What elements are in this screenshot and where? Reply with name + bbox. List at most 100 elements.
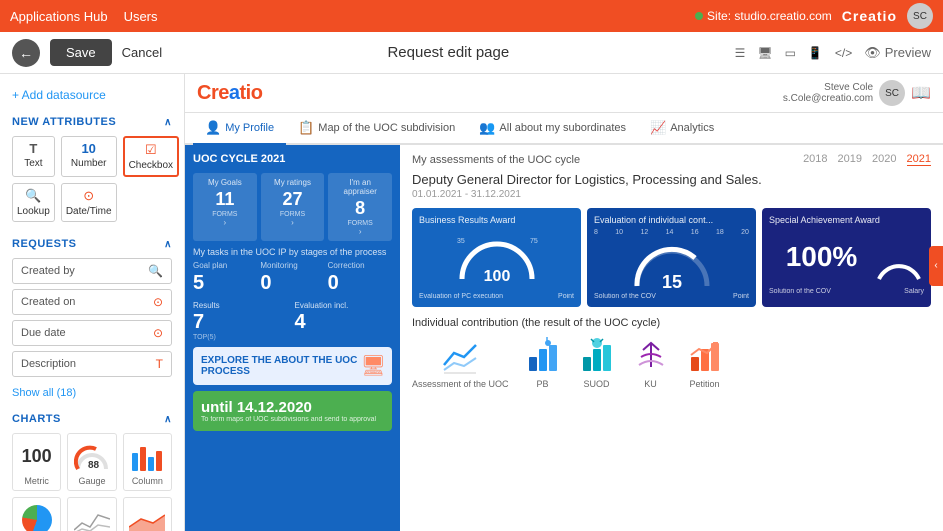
requests-chevron[interactable]: ∧ — [164, 239, 172, 250]
charts-label: CHARTS — [12, 413, 61, 425]
toolbar: ← Save Cancel Request edit page ☰ 🖥 ▭ 📱 … — [0, 32, 943, 74]
lookup-label: Lookup — [17, 206, 50, 217]
assessments-header: My assessments of the UOC cycle 2018 201… — [412, 153, 931, 166]
correction-col: Correction 0 — [328, 261, 392, 295]
year-2019[interactable]: 2019 — [838, 153, 862, 166]
created-on-field[interactable]: Created on ⊙ — [12, 289, 172, 315]
charts-chevron[interactable]: ∧ — [164, 414, 172, 425]
datetime-attribute[interactable]: ⊙ Date/Time — [61, 183, 117, 222]
user-email-display: s.Cole@creatio.com — [783, 93, 873, 104]
top-nav: Applications Hub Users Site: studio.crea… — [0, 0, 943, 32]
checkbox-attribute[interactable]: ☑ Checkbox — [123, 136, 179, 177]
number-attribute[interactable]: 10 Number — [61, 136, 117, 177]
special-label-left: Solution of the COV — [769, 288, 831, 295]
created-by-field[interactable]: Created by 🔍 — [12, 258, 172, 284]
created-by-label: Created by — [21, 265, 75, 277]
add-datasource-button[interactable]: + Add datasource — [0, 82, 184, 108]
gauge-label: Gauge — [72, 476, 111, 486]
appraiser-value: 8 — [334, 198, 386, 219]
created-by-icon: 🔍 — [148, 264, 163, 278]
year-2018[interactable]: 2018 — [803, 153, 827, 166]
my-goals-unit: FORMS — [199, 211, 251, 218]
col-bar-1 — [132, 453, 138, 471]
results-value: 7 — [193, 311, 291, 334]
creatio-logo-top: Creatio — [842, 8, 897, 24]
results-sub: TOP(5) — [193, 334, 291, 341]
year-2021[interactable]: 2021 — [907, 153, 931, 166]
lookup-icon: 🔍 — [17, 188, 50, 204]
user-info: Steve Cole s.Cole@creatio.com SC 📖 — [783, 80, 931, 106]
tablet-view-icon[interactable]: ▭ — [785, 46, 796, 60]
text-attribute[interactable]: T Text — [12, 136, 55, 177]
contrib-uoc-assessment: Assessment of the UOC — [412, 335, 509, 389]
code-icon[interactable]: </> — [835, 46, 852, 60]
goal-plan-label: Goal plan — [193, 261, 257, 270]
col-bar-4 — [156, 451, 162, 471]
number-icon: 10 — [66, 141, 112, 156]
save-button[interactable]: Save — [50, 39, 112, 66]
description-field[interactable]: Description T — [12, 351, 172, 377]
new-attributes-chevron[interactable]: ∧ — [164, 117, 172, 128]
preview-label: Preview — [885, 45, 931, 60]
year-2020[interactable]: 2020 — [872, 153, 896, 166]
explore-box[interactable]: EXPLORE THE ABOUT THE UOC PROCESS 🖥 — [193, 347, 392, 385]
left-panel: › + Add datasource NEW ATTRIBUTES ∧ T Te… — [0, 74, 185, 531]
petition-icon — [685, 335, 725, 375]
area-preview — [128, 502, 167, 531]
tab-my-profile[interactable]: 👤 My Profile — [193, 113, 286, 145]
area-svg — [129, 505, 165, 531]
special-achievement-value: 100% — [769, 241, 874, 273]
app-hub-link[interactable]: Applications Hub — [10, 9, 108, 24]
line-chart[interactable]: Line — [67, 497, 116, 531]
back-button[interactable]: ← — [12, 39, 40, 67]
desktop-view-icon[interactable]: 🖥 — [757, 46, 772, 60]
pie-chart[interactable]: Pie — [12, 497, 61, 531]
preview-button[interactable]: 👁 Preview — [864, 45, 931, 61]
special-gauge-svg — [874, 229, 924, 284]
settings-icon[interactable]: ☰ — [735, 46, 746, 60]
uoc-map-icon: 📋 — [298, 120, 314, 136]
user-name-display: Steve Cole — [783, 82, 873, 93]
area-chart[interactable]: Area — [123, 497, 172, 531]
monitoring-label: Monitoring — [260, 261, 324, 270]
metric-chart[interactable]: 100 Metric — [12, 433, 61, 491]
cancel-button[interactable]: Cancel — [122, 45, 162, 60]
text-label: Text — [17, 158, 50, 169]
tab-uoc-map[interactable]: 📋 Map of the UOC subdivision — [286, 113, 467, 145]
col-bar-3 — [148, 457, 154, 471]
book-icon[interactable]: 📖 — [911, 83, 931, 103]
due-date-field[interactable]: Due date ⊙ — [12, 320, 172, 346]
appraiser-arrow[interactable]: › — [334, 227, 386, 236]
explore-icon: 🖥 — [361, 353, 386, 378]
appraiser-unit: FORMS — [334, 220, 386, 227]
my-ratings-arrow[interactable]: › — [267, 218, 319, 227]
site-label: Site: studio.creatio.com — [707, 9, 832, 23]
text-icon: T — [17, 141, 50, 156]
deadline-box: until 14.12.2020 To form maps of UOC sub… — [193, 391, 392, 431]
lookup-attribute[interactable]: 🔍 Lookup — [12, 183, 55, 222]
tab-analytics-label: Analytics — [670, 122, 714, 134]
business-gauge-svg: 35 75 100 — [452, 229, 542, 289]
content-tabs: 👤 My Profile 📋 Map of the UOC subdivisio… — [185, 113, 943, 145]
column-chart[interactable]: Column — [123, 433, 172, 491]
users-link[interactable]: Users — [124, 9, 158, 24]
charts-grid: 100 Metric 88 Gauge — [0, 429, 184, 531]
special-achievement-title: Special Achievement Award — [769, 215, 924, 225]
gauge-chart[interactable]: 88 Gauge — [67, 433, 116, 491]
tab-analytics[interactable]: 📈 Analytics — [638, 113, 726, 145]
person-dates: 01.01.2021 - 31.12.2021 — [412, 189, 931, 200]
mobile-view-icon[interactable]: 📱 — [808, 46, 823, 60]
right-panel-toggle[interactable]: ‹ — [929, 246, 943, 286]
gauge-svg: 88 — [74, 441, 110, 471]
panel-toggle[interactable]: › — [184, 283, 185, 323]
ku-label: KU — [631, 379, 671, 389]
show-all-button[interactable]: Show all (18) — [0, 385, 184, 405]
deadline-sub: To form maps of UOC subdivisions and sen… — [201, 416, 384, 423]
column-preview — [128, 438, 167, 474]
special-achievement-card: Special Achievement Award 100% Solution … — [762, 208, 931, 307]
tab-subordinates[interactable]: 👥 All about my subordinates — [467, 113, 638, 145]
user-avatar: SC — [879, 80, 905, 106]
subordinates-icon: 👥 — [479, 120, 495, 136]
my-goals-label: My Goals — [199, 178, 251, 187]
my-goals-arrow[interactable]: › — [199, 218, 251, 227]
